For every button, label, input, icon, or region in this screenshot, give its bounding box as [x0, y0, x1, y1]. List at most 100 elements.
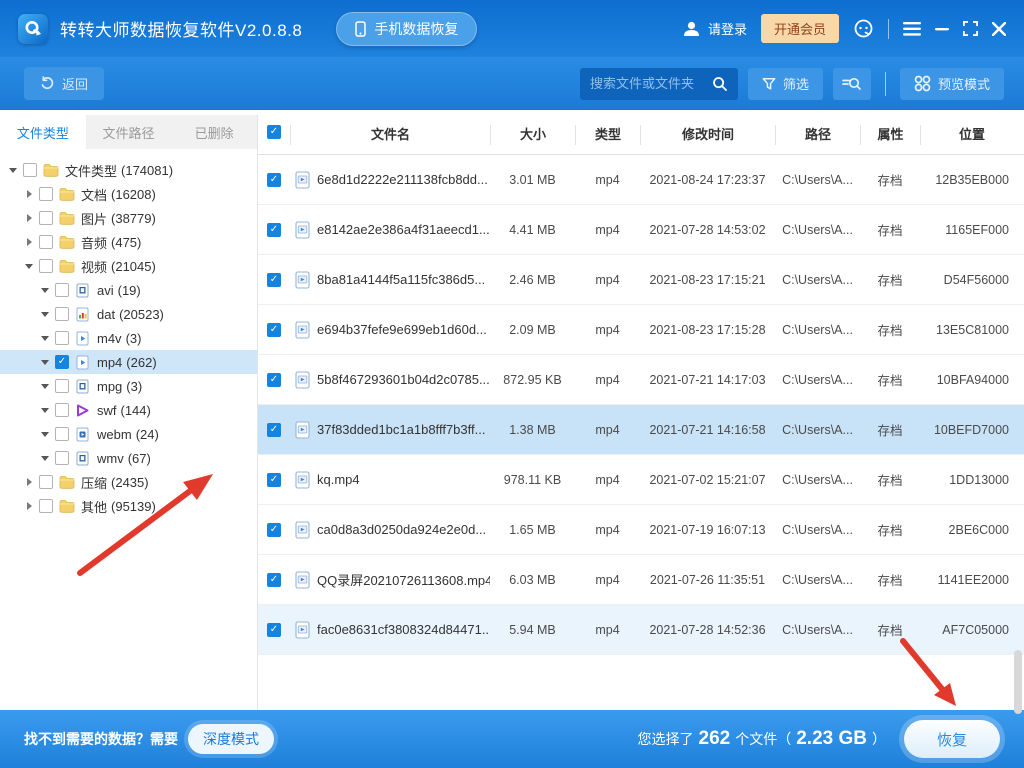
tree-item-音频[interactable]: 音频 (475): [0, 230, 257, 254]
table-row[interactable]: ✓ 8ba81a4144f5a115fc386d5... 2.46 MB mp4 202…: [258, 255, 1024, 305]
app-title: 转转大师数据恢复软件V2.0.8.8: [60, 21, 303, 40]
expand-arrow-icon[interactable]: [22, 502, 36, 510]
tree-item-图片[interactable]: 图片 (38779): [0, 206, 257, 230]
minimize-icon[interactable]: [935, 22, 949, 36]
tree-item-m4v[interactable]: m4v (3): [0, 326, 257, 350]
collapse-arrow-icon[interactable]: [38, 383, 52, 389]
tree-item-webm[interactable]: webm (24): [0, 422, 257, 446]
login-button[interactable]: 请登录: [682, 19, 747, 38]
select-all-checkbox[interactable]: ✓: [267, 124, 281, 139]
table-row[interactable]: ✓ ca0d8a3d0250da924e2e0d... 1.65 MB mp4 2021…: [258, 505, 1024, 555]
avi-file-icon: [74, 282, 91, 298]
table-row[interactable]: ✓ 5b8f467293601b04d2c0785... 872.95 KB mp4 2…: [258, 355, 1024, 405]
phone-recovery-button[interactable]: 手机数据恢复: [336, 11, 478, 46]
row-checkbox[interactable]: ✓: [267, 222, 281, 237]
tree-item-avi[interactable]: avi (19): [0, 278, 257, 302]
back-button[interactable]: 返回: [24, 67, 105, 100]
table-row[interactable]: ✓ e8142ae2e386a4f31aeecd1... 4.41 MB mp4 202…: [258, 205, 1024, 255]
tree-checkbox[interactable]: [39, 235, 53, 249]
tree-checkbox[interactable]: [55, 331, 69, 345]
row-checkbox[interactable]: ✓: [267, 622, 281, 637]
file-size-cell: 1.65 MB: [509, 522, 556, 537]
row-checkbox[interactable]: ✓: [267, 472, 281, 487]
tree-checkbox[interactable]: [55, 379, 69, 393]
tree-checkbox[interactable]: [39, 259, 53, 273]
collapse-arrow-icon[interactable]: [38, 431, 52, 437]
tree-item-mp4[interactable]: ✓ mp4 (262): [0, 350, 257, 374]
tree-checkbox[interactable]: [23, 163, 37, 177]
table-row[interactable]: ✓ e694b37fefe9e699eb1d60d... 2.09 MB mp4 202…: [258, 305, 1024, 355]
filter-button[interactable]: 筛选: [747, 67, 823, 100]
tree-item-其他[interactable]: 其他 (95139): [0, 494, 257, 518]
maximize-icon[interactable]: [963, 21, 978, 36]
tree-item-压缩[interactable]: 压缩 (2435): [0, 470, 257, 494]
deep-mode-button[interactable]: 深度模式: [188, 724, 274, 754]
row-checkbox[interactable]: ✓: [267, 322, 281, 337]
collapse-arrow-icon[interactable]: [38, 335, 52, 341]
collapse-arrow-icon[interactable]: [38, 455, 52, 461]
open-vip-button[interactable]: 开通会员: [760, 14, 839, 43]
table-row[interactable]: ✓ 37f83dded1bc1a1b8fff7b3ff... 1.38 MB mp4 2…: [258, 405, 1024, 455]
row-checkbox[interactable]: ✓: [267, 522, 281, 537]
collapse-arrow-icon[interactable]: [38, 359, 52, 365]
close-icon[interactable]: [992, 21, 1006, 36]
file-type-cell: mp4: [595, 172, 620, 187]
file-path-cell: C:\Users\A...: [782, 522, 853, 537]
tree-item-wmv[interactable]: wmv (67): [0, 446, 257, 470]
table-row[interactable]: ✓ kq.mp4 978.11 KB mp4 2021-07-02 15:21:07 C:…: [258, 455, 1024, 505]
tab-deleted[interactable]: 已删除: [171, 115, 257, 149]
tree-checkbox[interactable]: [55, 283, 69, 297]
tree-checkbox[interactable]: [39, 187, 53, 201]
row-checkbox[interactable]: ✓: [267, 272, 281, 287]
tree-item-文档[interactable]: 文档 (16208): [0, 182, 257, 206]
recover-button[interactable]: 恢复: [904, 720, 1000, 758]
search-icon[interactable]: [712, 76, 728, 92]
menu-icon[interactable]: [903, 21, 921, 36]
row-checkbox[interactable]: ✓: [267, 372, 281, 387]
preview-mode-button[interactable]: 预览模式: [899, 67, 1004, 100]
folder-icon: [58, 186, 75, 202]
file-name: 5b8f467293601b04d2c0785...: [317, 372, 490, 387]
expand-arrow-icon[interactable]: [22, 238, 36, 246]
tree-item-mpg[interactable]: mpg (3): [0, 374, 257, 398]
expand-arrow-icon[interactable]: [22, 478, 36, 486]
collapse-arrow-icon[interactable]: [22, 263, 36, 269]
file-name-cell: QQ录屏20210726113608.mp4: [290, 570, 490, 589]
title-bar: 转转大师数据恢复软件V2.0.8.8 手机数据恢复 请登录 开通会员: [0, 0, 1024, 57]
tree-item-swf[interactable]: swf (144): [0, 398, 257, 422]
table-row[interactable]: ✓ QQ录屏20210726113608.mp4 6.03 MB mp4 2021-07…: [258, 555, 1024, 605]
table-row[interactable]: ✓ 6e8d1d2222e211138fcb8dd... 3.01 MB mp4 202…: [258, 155, 1024, 205]
file-size-cell: 1.38 MB: [509, 422, 556, 437]
row-checkbox[interactable]: ✓: [267, 572, 281, 587]
expand-arrow-icon[interactable]: [22, 190, 36, 198]
collapse-arrow-icon[interactable]: [38, 287, 52, 293]
collapse-arrow-icon[interactable]: [38, 407, 52, 413]
file-path-cell: C:\Users\A...: [782, 622, 853, 637]
tree-checkbox[interactable]: [55, 427, 69, 441]
search-input[interactable]: [589, 76, 712, 91]
tree-checkbox[interactable]: [55, 403, 69, 417]
tree-checkbox[interactable]: [39, 475, 53, 489]
tree-item-视频[interactable]: 视频 (21045): [0, 254, 257, 278]
tree-item-dat[interactable]: dat (20523): [0, 302, 257, 326]
video-file-icon: [295, 620, 310, 639]
tab-file-type[interactable]: 文件类型: [0, 115, 86, 149]
vertical-scrollbar-thumb[interactable]: [1014, 650, 1022, 714]
row-checkbox[interactable]: ✓: [267, 422, 281, 437]
row-checkbox[interactable]: ✓: [267, 172, 281, 187]
expand-arrow-icon[interactable]: [22, 214, 36, 222]
collapse-arrow-icon[interactable]: [6, 167, 20, 173]
file-name: 37f83dded1bc1a1b8fff7b3ff...: [317, 422, 486, 437]
tree-checkbox[interactable]: [39, 499, 53, 513]
customer-service-icon[interactable]: [853, 18, 874, 39]
tree-item-文件类型[interactable]: 文件类型 (174081): [0, 158, 257, 182]
collapse-arrow-icon[interactable]: [38, 311, 52, 317]
tree-checkbox[interactable]: [55, 307, 69, 321]
tree-checkbox[interactable]: ✓: [55, 355, 69, 369]
advanced-search-button[interactable]: [832, 67, 871, 100]
tab-file-path[interactable]: 文件路径: [86, 115, 172, 149]
table-row[interactable]: ✓ fac0e8631cf3808324d84471... 5.94 MB mp4 20…: [258, 605, 1024, 655]
tree-checkbox[interactable]: [39, 211, 53, 225]
file-type-cell: mp4: [595, 572, 620, 587]
tree-checkbox[interactable]: [55, 451, 69, 465]
